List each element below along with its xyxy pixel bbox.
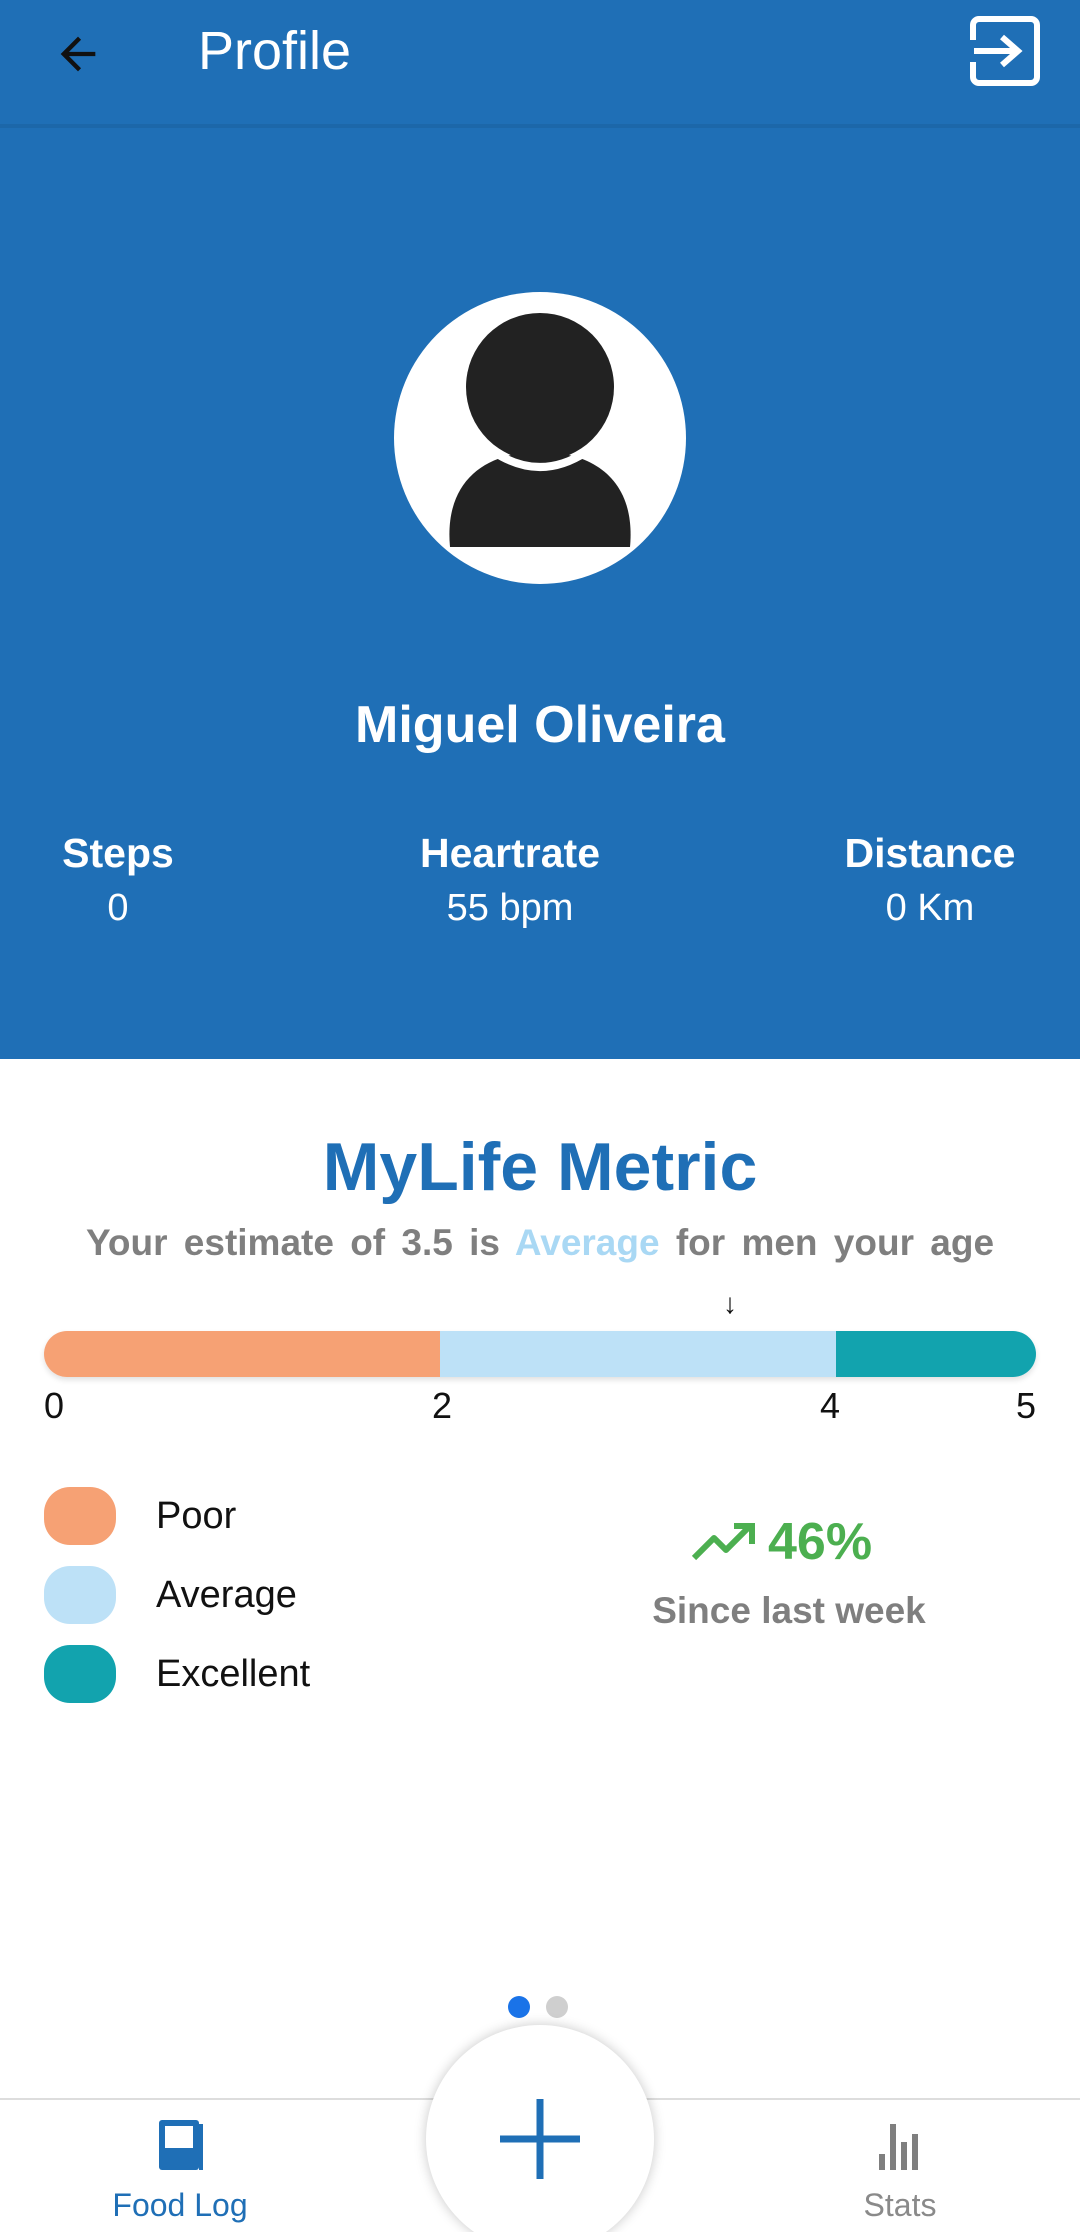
stat-value: 0 [107, 887, 129, 929]
stat-heartrate: Heartrate 55 bpm [370, 830, 650, 930]
person-icon [449, 313, 631, 547]
book-icon [159, 2120, 203, 2170]
trend-caption: Since last week [652, 1590, 926, 1631]
legend-label: Poor [156, 1494, 237, 1537]
legend-item-poor: Poor [44, 1486, 236, 1546]
subtitle-suffix: for men your age [675, 1222, 995, 1263]
stat-label: Distance [844, 830, 1016, 876]
nav-label: Food Log [112, 2187, 248, 2223]
page-dot[interactable] [546, 1996, 568, 2018]
segment-average [440, 1331, 836, 1377]
divider [0, 124, 1080, 128]
bar-chart-icon [879, 2124, 918, 2170]
estimate-marker: ↓ [723, 1288, 737, 1319]
legend-label: Excellent [156, 1652, 311, 1695]
avatar[interactable] [394, 292, 686, 584]
page-indicator [508, 1996, 584, 2018]
add-button[interactable] [426, 2025, 654, 2232]
subtitle-highlight: Average [514, 1222, 660, 1263]
metric-title: MyLife Metric [322, 1129, 758, 1205]
stat-label: Heartrate [419, 830, 601, 876]
back-button[interactable] [42, 18, 114, 90]
page-title: Profile [198, 21, 352, 81]
segment-excellent [836, 1331, 1036, 1377]
arrow-left-icon [60, 36, 96, 72]
nav-label: Stats [863, 2187, 937, 2223]
legend-swatch [44, 1645, 116, 1703]
segment-poor [44, 1331, 440, 1377]
exit-icon [966, 16, 1040, 86]
stat-label: Steps [62, 830, 174, 876]
trend-indicator: 46% [690, 1512, 872, 1572]
trend-value: 46% [768, 1513, 873, 1571]
page-dot-active[interactable] [508, 1996, 530, 2018]
app-bar: Profile [0, 0, 1080, 126]
nav-food-log[interactable]: Food Log [70, 2118, 290, 2224]
stat-value: 55 bpm [446, 887, 574, 929]
user-name: Miguel Oliveira [355, 696, 725, 754]
legend-swatch [44, 1566, 116, 1624]
tick-label: 4 [820, 1385, 841, 1426]
stat-steps: Steps 0 [18, 830, 218, 930]
plus-icon [500, 2099, 580, 2179]
logout-button[interactable] [966, 14, 1042, 88]
legend-label: Average [156, 1573, 297, 1616]
metric-scale-bar [44, 1331, 1036, 1377]
nav-stats[interactable]: Stats [790, 2118, 1010, 2224]
stat-distance: Distance 0 Km [810, 830, 1050, 930]
legend-swatch [44, 1487, 116, 1545]
metric-subtitle: Your estimate of 3.5 is Average for men … [0, 1222, 1080, 1264]
legend-item-excellent: Excellent [44, 1644, 310, 1704]
stat-value: 0 Km [885, 887, 975, 929]
tick-label: 0 [44, 1385, 65, 1426]
subtitle-prefix: Your estimate of 3.5 is [85, 1222, 500, 1263]
legend-item-average: Average [44, 1565, 297, 1625]
trending-up-icon [691, 1523, 755, 1561]
tick-label: 2 [432, 1385, 453, 1426]
tick-label: 5 [1016, 1385, 1037, 1426]
